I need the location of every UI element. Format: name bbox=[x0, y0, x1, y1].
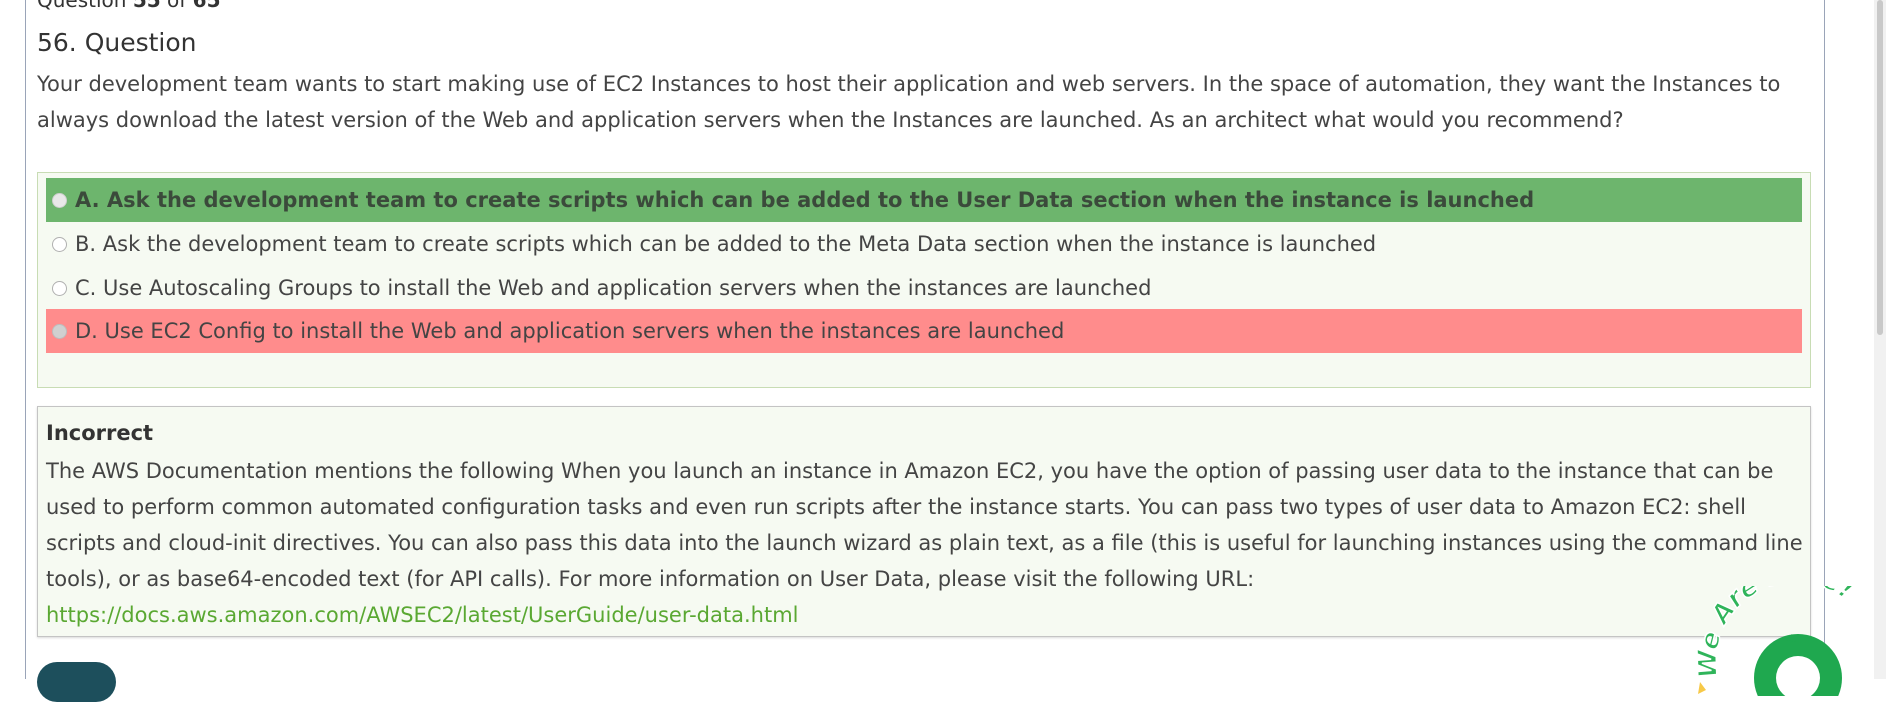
answer-options: A. Ask the development team to create sc… bbox=[37, 172, 1811, 388]
option-c-label: C. Use Autoscaling Groups to install the… bbox=[75, 276, 1152, 300]
result-heading: Incorrect bbox=[46, 421, 154, 445]
option-d[interactable]: D. Use EC2 Config to install the Web and… bbox=[46, 309, 1802, 353]
page-scrollbar[interactable] bbox=[1874, 0, 1886, 679]
radio-icon[interactable] bbox=[52, 192, 67, 208]
explanation-panel: Incorrect The AWS Documentation mentions… bbox=[37, 406, 1811, 637]
chat-bubble-icon: We Are Here! bbox=[1692, 558, 1860, 702]
we-are-here-chat-badge[interactable]: We Are Here! bbox=[1692, 558, 1876, 702]
question-text: Your development team wants to start mak… bbox=[37, 72, 1781, 132]
option-a[interactable]: A. Ask the development team to create sc… bbox=[46, 178, 1802, 222]
navigation-button[interactable] bbox=[37, 662, 116, 702]
radio-icon[interactable] bbox=[52, 323, 67, 339]
question-title: 56. Question bbox=[37, 28, 197, 57]
content-right-border bbox=[1824, 0, 1825, 679]
documentation-link[interactable]: https://docs.aws.amazon.com/AWSEC2/lates… bbox=[46, 603, 799, 627]
question-counter: Question 55 of 65 bbox=[37, 0, 221, 12]
radio-icon[interactable] bbox=[52, 280, 67, 296]
content-left-border bbox=[25, 0, 26, 679]
option-b-label: B. Ask the development team to create sc… bbox=[75, 232, 1377, 256]
explanation-text: The AWS Documentation mentions the follo… bbox=[46, 459, 1803, 627]
radio-icon[interactable] bbox=[52, 236, 67, 252]
scrollbar-thumb[interactable] bbox=[1877, 0, 1883, 335]
option-c[interactable]: C. Use Autoscaling Groups to install the… bbox=[46, 266, 1802, 310]
option-d-label: D. Use EC2 Config to install the Web and… bbox=[75, 319, 1065, 343]
option-b[interactable]: B. Ask the development team to create sc… bbox=[46, 222, 1802, 266]
option-a-label: A. Ask the development team to create sc… bbox=[75, 188, 1535, 212]
